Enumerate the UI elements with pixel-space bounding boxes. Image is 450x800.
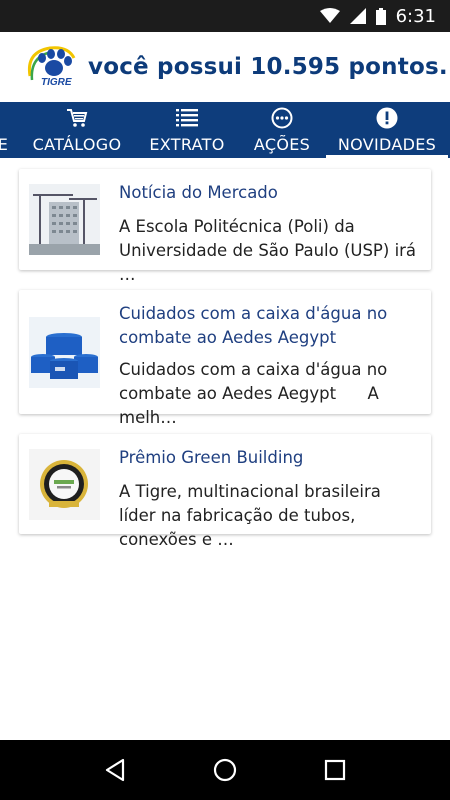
news-description: A Escola Politécnica (Poli) da Universid… xyxy=(119,217,417,284)
news-title: Cuidados com a caixa d'água no combate a… xyxy=(119,304,388,347)
news-card[interactable]: Prêmio Green Building A Tigre, multinaci… xyxy=(19,434,431,549)
tab-extrato[interactable]: EXTRATO xyxy=(142,102,232,158)
battery-icon xyxy=(375,7,386,25)
alert-circle-icon xyxy=(376,107,398,129)
app-header: TIGRE você possui 10.595 pontos. xyxy=(0,32,450,102)
water-tanks-image xyxy=(29,317,100,388)
tab-bar: E CATÁLOGO EXTRATO AÇÕES NOVIDADES xyxy=(0,102,450,158)
list-icon xyxy=(176,107,198,129)
tab-novidades[interactable]: NOVIDADES xyxy=(326,102,448,158)
tab-catalogo[interactable]: CATÁLOGO xyxy=(26,102,128,158)
logo-text: TIGRE xyxy=(41,77,72,88)
news-card[interactable]: Notícia do Mercado A Escola Politécnica … xyxy=(19,169,431,284)
cart-icon xyxy=(66,107,88,129)
news-card[interactable]: Cuidados com a caixa d'água no combate a… xyxy=(19,290,431,427)
recents-icon[interactable] xyxy=(324,759,346,781)
news-description: A Tigre, multinacional brasileira líder … xyxy=(119,482,381,549)
tigre-logo: TIGRE xyxy=(24,42,82,92)
points-title: você possui 10.595 pontos. xyxy=(88,54,448,80)
wifi-icon xyxy=(319,8,340,23)
back-icon[interactable] xyxy=(104,758,126,782)
news-list: Notícia do Mercado A Escola Politécnica … xyxy=(0,158,450,740)
news-title: Notícia do Mercado xyxy=(119,183,278,202)
tab-partial[interactable]: E xyxy=(0,102,10,158)
signal-icon xyxy=(349,8,366,24)
status-time: 6:31 xyxy=(395,5,436,27)
status-bar: 6:31 xyxy=(0,0,450,32)
news-description: Cuidados com a caixa d'água no combate a… xyxy=(119,360,393,427)
system-nav-bar xyxy=(0,740,450,800)
more-circle-icon xyxy=(271,107,293,129)
home-icon[interactable] xyxy=(213,758,237,782)
news-title: Prêmio Green Building xyxy=(119,448,304,467)
green-building-seal-image xyxy=(29,449,100,520)
tab-acoes[interactable]: AÇÕES xyxy=(244,102,320,158)
building-crane-image xyxy=(29,184,100,255)
